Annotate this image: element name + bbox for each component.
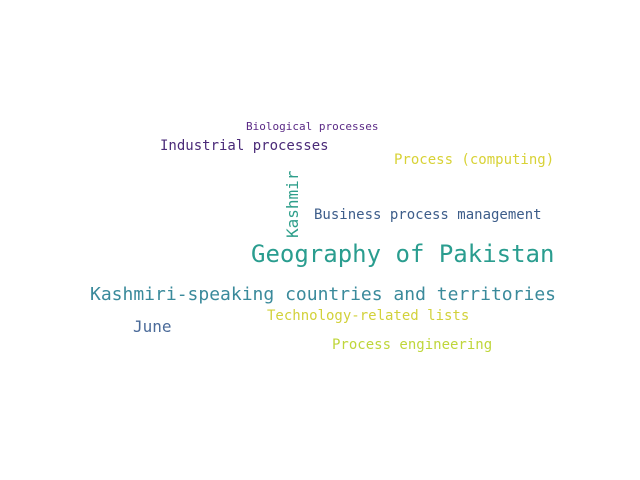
word-geography-of-pakistan: Geography of Pakistan bbox=[251, 240, 555, 268]
word-industrial-processes: Industrial processes bbox=[160, 138, 329, 154]
word-cloud: Biological processes Industrial processe… bbox=[0, 0, 640, 480]
word-process-computing: Process (computing) bbox=[394, 152, 555, 168]
word-kashmir: Kashmir bbox=[283, 170, 302, 238]
word-technology-related-lists: Technology-related lists bbox=[267, 308, 470, 324]
word-kashmiri-speaking-countries: Kashmiri-speaking countries and territor… bbox=[90, 284, 556, 305]
word-process-engineering: Process engineering bbox=[332, 337, 493, 353]
word-business-process-management: Business process management bbox=[314, 207, 542, 223]
word-biological-processes: Biological processes bbox=[246, 120, 379, 133]
word-june: June bbox=[133, 317, 172, 336]
